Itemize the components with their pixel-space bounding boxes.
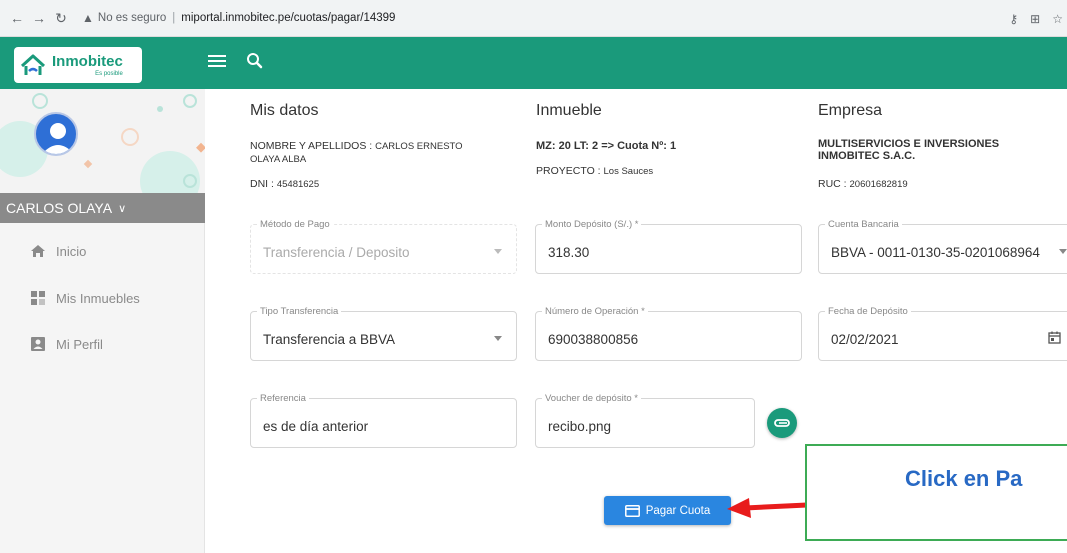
proyecto-value: Los Sauces xyxy=(603,166,654,177)
field-value: recibo.png xyxy=(548,419,612,434)
proyecto-info: PROYECTO : Los Sauces xyxy=(536,165,653,178)
back-arrow-icon[interactable]: ← xyxy=(6,10,28,26)
grid-icon xyxy=(31,291,45,305)
field-label: Tipo Transferencia xyxy=(257,306,342,317)
brand-tagline: Es posible xyxy=(95,70,123,77)
calendar-icon[interactable] xyxy=(1048,331,1061,344)
forward-arrow-icon[interactable]: → xyxy=(28,10,50,26)
metodo-pago-select[interactable]: Método de Pago Transferencia / Deposito xyxy=(250,219,517,274)
empresa-name: MULTISERVICIOS E INVERSIONES INMOBITEC S… xyxy=(818,138,1058,162)
browser-actions: ⚷ ⊞ ☆ xyxy=(1009,0,1067,37)
dni-value: 45481625 xyxy=(276,179,320,190)
field-value: 02/02/2021 xyxy=(831,332,899,347)
brand-name: Inmobitec xyxy=(52,52,123,70)
paperclip-icon xyxy=(774,419,790,427)
monto-deposito-input[interactable]: Monto Depósito (S/.) * 318.30 xyxy=(535,219,802,274)
translate-icon[interactable]: ⊞ xyxy=(1030,12,1040,26)
sidebar-item-label: Mi Perfil xyxy=(56,336,103,352)
address-bar[interactable]: ▲ No es seguro | miportal.inmobitec.pe/c… xyxy=(82,6,395,30)
sidebar-item-mis-inmuebles[interactable]: Mis Inmuebles xyxy=(0,283,205,313)
empresa-name-2: INMOBITEC S.A.C. xyxy=(818,150,916,162)
voucher-input[interactable]: Voucher de depósito * recibo.png xyxy=(535,393,755,448)
field-label: Voucher de depósito * xyxy=(542,393,641,404)
dropdown-arrow-icon xyxy=(1059,249,1067,254)
nombre-info: NOMBRE Y APELLIDOS : CARLOS ERNESTO OLAY… xyxy=(250,140,510,166)
fecha-deposito-input[interactable]: Fecha de Depósito 02/02/2021 xyxy=(818,306,1067,361)
nombre-value-2: OLAYA ALBA xyxy=(250,154,307,165)
reload-icon[interactable]: ↻ xyxy=(50,10,72,27)
dropdown-arrow-icon xyxy=(494,249,502,254)
ruc-value: 20601682819 xyxy=(849,179,908,190)
app-header: Inmobitec Es posible xyxy=(0,37,1067,89)
field-value: 318.30 xyxy=(548,245,590,260)
field-label: Referencia xyxy=(257,393,309,404)
address-separator: | xyxy=(172,12,176,24)
home-icon xyxy=(31,245,45,257)
field-label: Monto Depósito (S/.) * xyxy=(542,219,642,230)
dni-label: DNI : xyxy=(250,178,274,190)
dropdown-arrow-icon xyxy=(494,336,502,341)
sidebar-item-mi-perfil[interactable]: Mi Perfil xyxy=(0,329,205,359)
key-icon[interactable]: ⚷ xyxy=(1009,12,1018,26)
field-value: 690038800856 xyxy=(548,332,639,347)
sidebar: CARLOS OLAYA ∨ Inicio Mis Inmuebles Mi P… xyxy=(0,89,205,553)
user-name: CARLOS OLAYA xyxy=(6,200,113,216)
field-value: Transferencia a BBVA xyxy=(263,332,396,347)
dni-info: DNI : 45481625 xyxy=(250,178,319,191)
url-text: miportal.inmobitec.pe/cuotas/pagar/14399 xyxy=(181,12,396,24)
field-value: Transferencia / Deposito xyxy=(263,245,410,260)
field-label: Cuenta Bancaria xyxy=(825,219,902,230)
page: ← → ↻ ▲ No es seguro | miportal.inmobite… xyxy=(0,0,1067,553)
field-label: Método de Pago xyxy=(257,219,333,230)
search-icon[interactable] xyxy=(246,52,264,70)
browser-bar: ← → ↻ ▲ No es seguro | miportal.inmobite… xyxy=(0,0,1067,37)
user-menu-toggle[interactable]: CARLOS OLAYA ∨ xyxy=(0,193,205,223)
empresa-name-1: MULTISERVICIOS E INVERSIONES xyxy=(818,138,1000,150)
pagar-cuota-button[interactable]: Pagar Cuota xyxy=(604,496,731,525)
sidebar-item-label: Mis Inmuebles xyxy=(56,290,140,306)
sidebar-item-label: Inicio xyxy=(56,243,87,259)
mis-datos-title: Mis datos xyxy=(250,102,319,119)
attach-file-button[interactable] xyxy=(767,408,797,438)
cuenta-bancaria-select[interactable]: Cuenta Bancaria BBVA - 0011-0130-35-0201… xyxy=(818,219,1067,274)
instruction-callout: Click en Pa xyxy=(805,444,1067,541)
field-label: Fecha de Depósito xyxy=(825,306,911,317)
ruc-label: RUC : xyxy=(818,178,847,190)
logo-house-icon xyxy=(20,54,46,75)
avatar[interactable] xyxy=(34,112,78,156)
field-label: Número de Operación * xyxy=(542,306,648,317)
chevron-down-icon: ∨ xyxy=(118,202,127,215)
profile-card-icon xyxy=(31,337,45,351)
tipo-transferencia-select[interactable]: Tipo Transferencia Transferencia a BBVA xyxy=(250,306,517,361)
numero-operacion-input[interactable]: Número de Operación * 690038800856 xyxy=(535,306,802,361)
field-value: es de día anterior xyxy=(263,419,369,434)
star-icon[interactable]: ☆ xyxy=(1052,12,1063,26)
nombre-label: NOMBRE Y APELLIDOS : xyxy=(250,140,373,152)
empresa-title: Empresa xyxy=(818,102,883,119)
security-status: No es seguro xyxy=(97,12,167,24)
nombre-value-1: CARLOS ERNESTO xyxy=(375,141,463,152)
credit-card-icon xyxy=(624,504,640,517)
logo[interactable]: Inmobitec Es posible xyxy=(14,47,142,83)
inmueble-title: Inmueble xyxy=(536,102,602,119)
callout-text: Click en Pa xyxy=(905,466,1023,491)
hamburger-menu-icon[interactable] xyxy=(208,55,226,69)
profile-background-decoration xyxy=(0,89,205,193)
sidebar-item-inicio[interactable]: Inicio xyxy=(0,236,205,266)
warning-icon: ▲ xyxy=(82,11,94,25)
referencia-input[interactable]: Referencia es de día anterior xyxy=(250,393,517,448)
lote-cuota: MZ: 20 LT: 2 => Cuota Nº: 1 xyxy=(536,140,677,152)
field-value: BBVA - 0011-0130-35-0201068964 xyxy=(831,245,1040,260)
annotation-arrow-icon xyxy=(727,498,807,518)
pagar-cuota-label: Pagar Cuota xyxy=(645,504,711,517)
proyecto-label: PROYECTO : xyxy=(536,165,601,177)
ruc-info: RUC : 20601682819 xyxy=(818,178,908,191)
